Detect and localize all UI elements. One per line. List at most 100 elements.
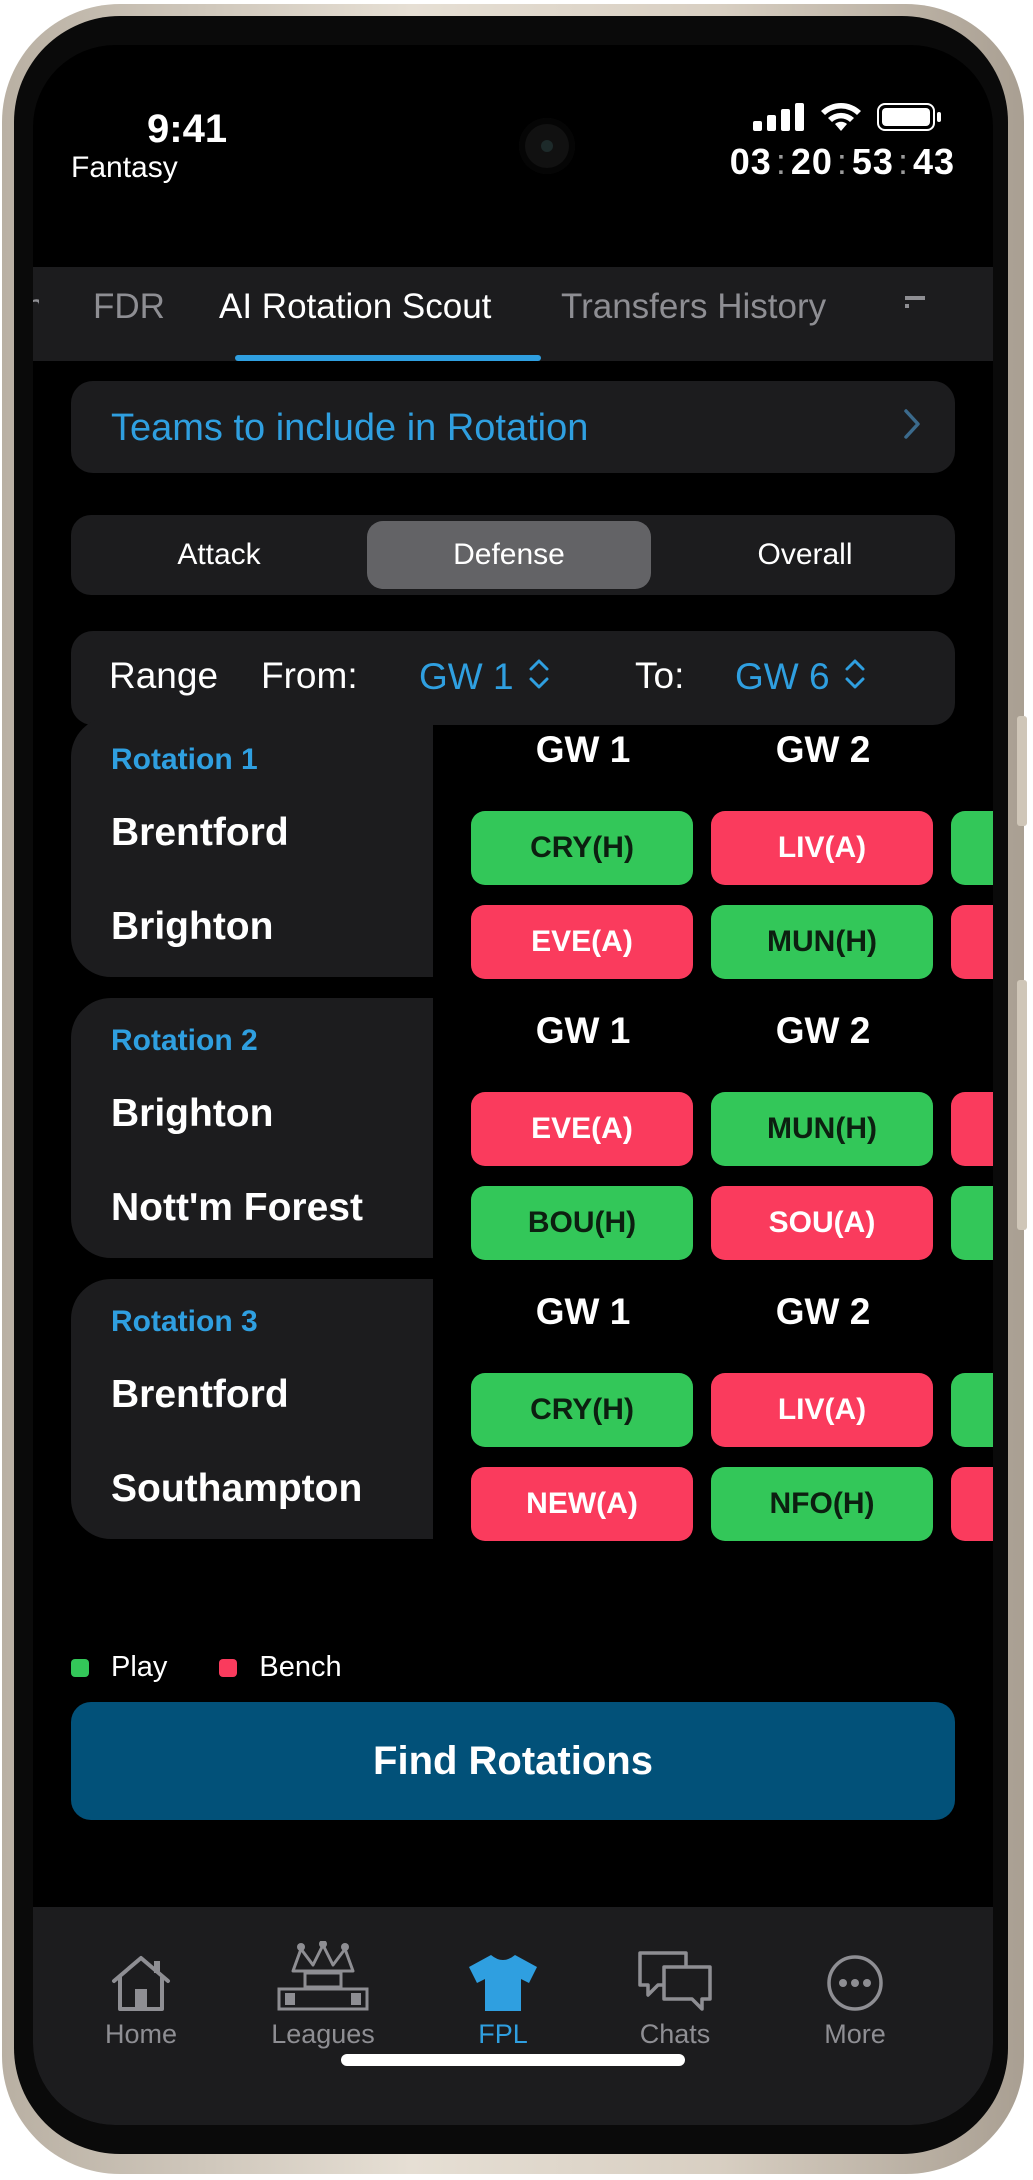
rotation-teams-panel: Rotation 1 Brentford Brighton	[71, 717, 433, 977]
shirt-icon	[469, 1955, 537, 2011]
tab-previous-partial[interactable]: n	[33, 287, 39, 327]
range-from-picker[interactable]: GW 1	[419, 655, 549, 698]
teams-to-include-row[interactable]: Teams to include in Rotation	[71, 381, 955, 473]
fixture-chip: LIV(A)	[711, 811, 933, 885]
segment-attack[interactable]: Attack	[77, 521, 361, 589]
status-time: 9:41	[147, 107, 228, 151]
nav-fpl[interactable]: FPL	[433, 1933, 573, 2050]
side-button	[1017, 716, 1027, 826]
rotation-card[interactable]: Rotation 1 Brentford Brighton GW 1 GW 2 …	[71, 717, 993, 979]
nav-leagues[interactable]: Leagues	[253, 1933, 393, 2050]
countdown-seconds: 43	[912, 141, 955, 182]
fixture-chip-partial	[951, 1186, 993, 1260]
home-icon	[112, 1956, 170, 2011]
rotation-teams-panel: Rotation 3 Brentford Southampton	[71, 1279, 433, 1539]
fixture-chip-partial	[951, 1373, 993, 1447]
fixture-chip: MUN(H)	[711, 1092, 933, 1166]
attack-defense-overall-segment: Attack Defense Overall	[71, 515, 955, 595]
range-from-label: From:	[261, 655, 358, 696]
play-swatch	[71, 1658, 89, 1677]
home-indicator[interactable]	[341, 2054, 685, 2066]
legend-play: Play	[111, 1651, 168, 1683]
gameweek-range: Range From: GW 1 To: GW 6	[71, 631, 955, 725]
rotation-team: Brentford	[111, 1373, 289, 1416]
fixture-chip: BOU(H)	[471, 1186, 693, 1260]
rotation-team: Brighton	[111, 1092, 274, 1135]
nav-chats-label: Chats	[639, 2019, 711, 2049]
screen: 9:41 Fantasy 03:20:53:43 n FDR AI Rotati…	[33, 45, 993, 2125]
more-icon	[827, 1955, 883, 2011]
app-subtitle: Fantasy	[71, 151, 178, 184]
fixture-chip: CRY(H)	[471, 1373, 693, 1447]
countdown-days: 03	[729, 141, 772, 182]
front-camera	[519, 118, 575, 174]
segment-defense[interactable]: Defense	[367, 521, 651, 589]
gw-header: GW 2	[775, 1291, 871, 1332]
nav-chats[interactable]: Chats	[605, 1933, 745, 2050]
fixture-chip-partial	[951, 1092, 993, 1166]
range-to-picker[interactable]: GW 6	[735, 655, 865, 698]
fixture-chip: NFO(H)	[711, 1467, 933, 1541]
next-tab-fragment-icon	[905, 296, 925, 308]
gw-header: GW 2	[775, 729, 871, 770]
tab-ai-rotation-scout[interactable]: AI Rotation Scout	[219, 287, 491, 327]
fixture-chip: LIV(A)	[711, 1373, 933, 1447]
up-down-chevron-icon	[529, 659, 549, 689]
countdown-minutes: 53	[851, 141, 894, 182]
bottom-nav: Home Leagues FPL Chats More	[33, 1907, 993, 2125]
find-rotations-button[interactable]: Find Rotations	[71, 1702, 955, 1820]
active-tab-indicator	[235, 355, 541, 361]
gw-header: GW 1	[535, 729, 631, 770]
range-from-value: GW 1	[419, 656, 514, 697]
fixture-chip: EVE(A)	[471, 905, 693, 979]
segment-overall[interactable]: Overall	[663, 521, 947, 589]
chat-bubbles-icon	[638, 1951, 712, 2011]
rotation-card[interactable]: Rotation 3 Brentford Southampton GW 1 GW…	[71, 1279, 993, 1541]
rotation-title: Rotation 2	[111, 1024, 258, 1057]
nav-leagues-label: Leagues	[271, 2019, 375, 2049]
fixture-chip: CRY(H)	[471, 811, 693, 885]
nav-fpl-label: FPL	[478, 2019, 528, 2049]
gw-header: GW 1	[535, 1291, 631, 1332]
up-down-chevron-icon	[845, 659, 865, 689]
fixture-chip-partial	[951, 905, 993, 979]
fixture-chip-partial	[951, 811, 993, 885]
rotation-team: Nott'm Forest	[111, 1186, 363, 1229]
range-to-label: To:	[635, 655, 685, 696]
tab-transfers-history[interactable]: Transfers History	[561, 287, 826, 327]
rotation-team: Brighton	[111, 905, 274, 948]
signal-icon	[753, 103, 804, 131]
tab-next-partial[interactable]	[905, 287, 925, 327]
gw-header: GW 1	[535, 1010, 631, 1051]
wifi-icon	[821, 103, 861, 131]
deadline-countdown: 03:20:53:43	[729, 141, 955, 182]
status-icons	[753, 101, 943, 133]
fixture-chip: SOU(A)	[711, 1186, 933, 1260]
side-button	[1017, 980, 1027, 1230]
teams-to-include-label: Teams to include in Rotation	[111, 407, 589, 449]
bench-swatch	[219, 1658, 238, 1677]
nav-home-label: Home	[104, 2019, 178, 2049]
rotation-card[interactable]: Rotation 2 Brighton Nott'm Forest GW 1 G…	[71, 998, 993, 1260]
legend-bench: Bench	[259, 1651, 342, 1683]
range-to-value: GW 6	[735, 656, 830, 697]
nav-home[interactable]: Home	[71, 1933, 211, 2050]
nav-more-label: More	[824, 2019, 886, 2049]
crown-icon	[277, 1941, 369, 2011]
fixture-chip-partial	[951, 1467, 993, 1541]
nav-more[interactable]: More	[785, 1933, 925, 2050]
gw-header: GW 2	[775, 1010, 871, 1051]
rotation-title: Rotation 3	[111, 1305, 258, 1338]
fixture-chip: MUN(H)	[711, 905, 933, 979]
rotation-team: Brentford	[111, 811, 289, 854]
fixture-chip: NEW(A)	[471, 1467, 693, 1541]
tab-fdr[interactable]: FDR	[93, 287, 165, 327]
battery-icon	[877, 103, 941, 131]
top-tabs: n FDR AI Rotation Scout Transfers Histor…	[33, 267, 993, 361]
countdown-hours: 20	[790, 141, 833, 182]
rotation-title: Rotation 1	[111, 743, 258, 776]
fixture-chip: EVE(A)	[471, 1092, 693, 1166]
range-label: Range	[109, 655, 219, 696]
legend: Play Bench	[71, 1651, 342, 1684]
chevron-right-icon	[903, 407, 921, 449]
